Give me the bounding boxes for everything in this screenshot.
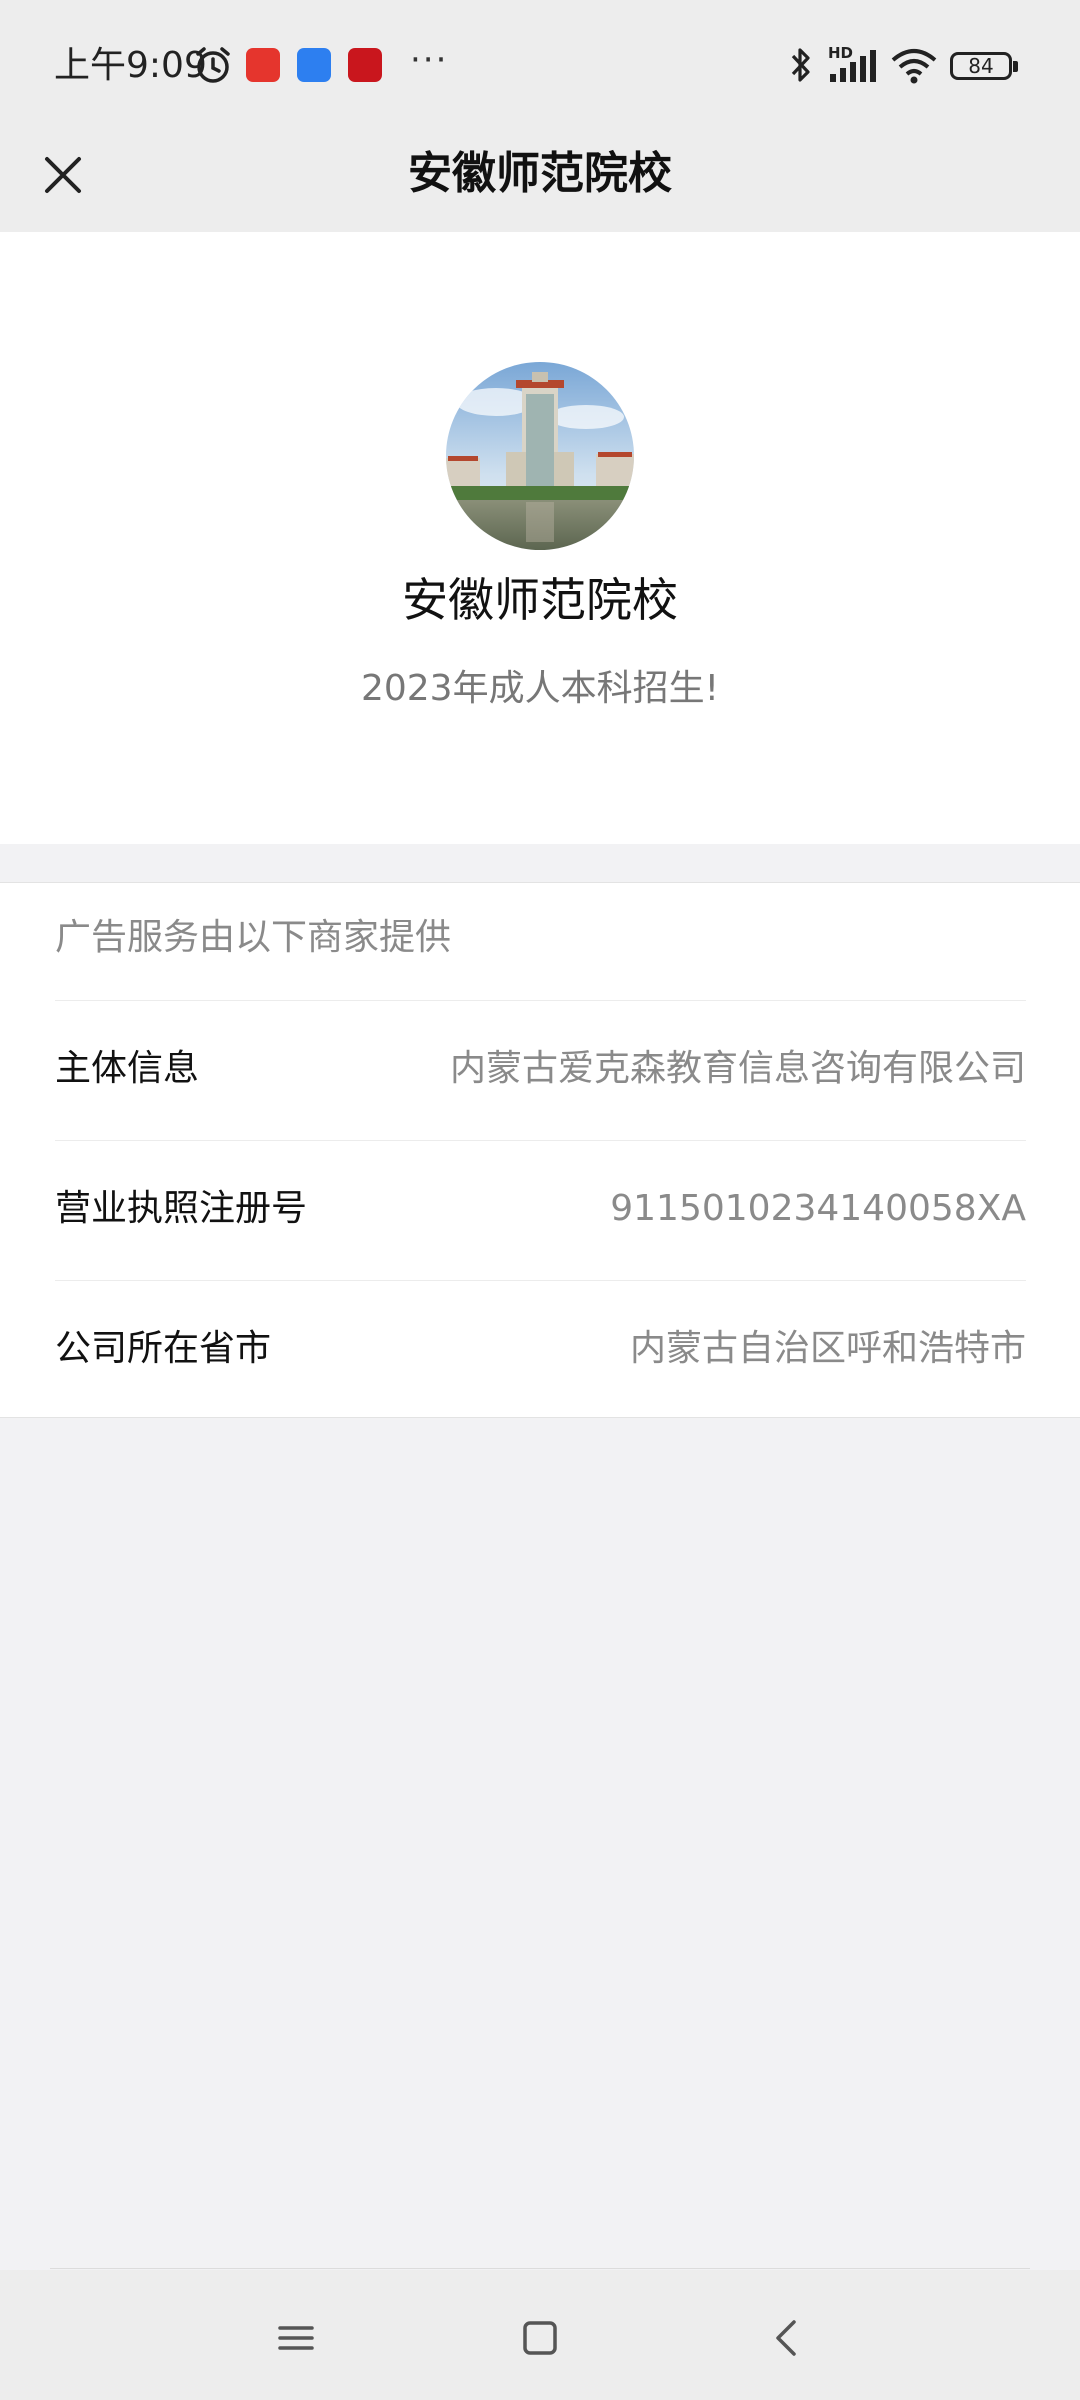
home-icon[interactable]	[510, 2308, 570, 2368]
advertiser-info-section: 广告服务由以下商家提供 主体信息 内蒙古爱克森教育信息咨询有限公司 营业执照注册…	[0, 882, 1080, 1418]
info-label: 营业执照注册号	[55, 1188, 308, 1229]
advertiser-slogan: 2023年成人本科招生!	[360, 668, 720, 709]
divider	[50, 2268, 1030, 2269]
battery-icon: 84	[950, 52, 1018, 80]
more-icon: ···	[410, 40, 449, 80]
info-label: 公司所在省市	[55, 1328, 272, 1369]
app-notification-icon	[348, 48, 382, 82]
info-row-entity: 主体信息 内蒙古爱克森教育信息咨询有限公司	[55, 1000, 1026, 1141]
info-label: 主体信息	[55, 1048, 200, 1089]
info-value: 内蒙古自治区呼和浩特市	[629, 1328, 1026, 1369]
wifi-icon	[891, 49, 937, 84]
building-photo-icon	[446, 362, 634, 550]
app-notification-icon	[246, 48, 280, 82]
alarm-icon	[196, 47, 230, 83]
menu-icon[interactable]	[266, 2308, 326, 2368]
bluetooth-icon	[791, 48, 810, 82]
nav-bar: 安徽师范院校	[0, 120, 1080, 232]
system-nav-bar	[0, 2270, 1080, 2400]
advertiser-name: 安徽师范院校	[402, 573, 678, 627]
advertiser-profile-card: 安徽师范院校 2023年成人本科招生!	[0, 232, 1080, 844]
status-time: 上午9:09	[54, 45, 207, 86]
page-title: 安徽师范院校	[408, 148, 672, 199]
app-notification-icon	[297, 48, 331, 82]
info-row-location: 公司所在省市 内蒙古自治区呼和浩特市	[55, 1280, 1026, 1421]
info-value: 9115010234140058XA	[610, 1188, 1026, 1229]
signal-icon	[830, 50, 876, 82]
info-value: 内蒙古爱克森教育信息咨询有限公司	[449, 1048, 1026, 1089]
status-bar: 上午9:09 ··· HD 84	[0, 0, 1080, 120]
back-icon[interactable]	[758, 2308, 818, 2368]
info-row-license: 营业执照注册号 9115010234140058XA	[55, 1140, 1026, 1281]
section-title: 广告服务由以下商家提供	[55, 917, 452, 958]
